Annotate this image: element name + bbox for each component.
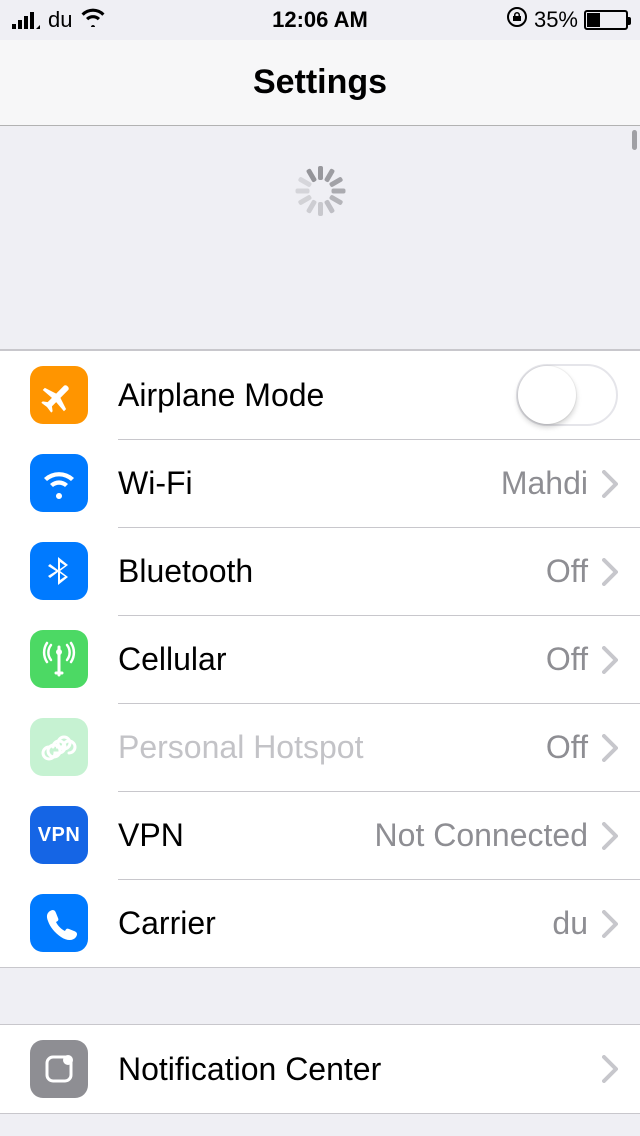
battery-icon <box>584 10 628 30</box>
bluetooth-icon <box>30 542 88 600</box>
settings-group-connectivity: Airplane Mode Wi-Fi Mahdi Bluetooth Off <box>0 350 640 968</box>
wifi-settings-icon <box>30 454 88 512</box>
row-wifi[interactable]: Wi-Fi Mahdi <box>0 439 640 527</box>
status-carrier-label: du <box>48 7 72 33</box>
page-title: Settings <box>253 63 387 102</box>
row-label: Cellular <box>118 641 546 678</box>
row-detail: du <box>552 905 588 942</box>
wifi-icon <box>80 7 106 33</box>
account-loading-area <box>0 126 640 350</box>
row-label: Bluetooth <box>118 553 546 590</box>
row-label: Wi-Fi <box>118 465 501 502</box>
status-time: 12:06 AM <box>272 7 368 33</box>
nav-header: Settings <box>0 40 640 126</box>
battery-percentage: 35% <box>534 7 578 33</box>
status-bar: du 12:06 AM 35% <box>0 0 640 40</box>
row-bluetooth[interactable]: Bluetooth Off <box>0 527 640 615</box>
battery-fill <box>587 13 600 27</box>
row-personal-hotspot[interactable]: Personal Hotspot Off <box>0 703 640 791</box>
row-vpn[interactable]: VPN VPN Not Connected <box>0 791 640 879</box>
row-detail: Off <box>546 641 588 678</box>
notification-center-icon <box>30 1040 88 1098</box>
chevron-right-icon <box>602 910 618 938</box>
phone-icon <box>30 894 88 952</box>
row-label: Notification Center <box>118 1051 602 1088</box>
row-label: Airplane Mode <box>118 377 516 414</box>
chevron-right-icon <box>602 1055 618 1083</box>
row-detail: Not Connected <box>375 817 588 854</box>
chevron-right-icon <box>602 470 618 498</box>
group-gap <box>0 968 640 1024</box>
row-airplane-mode[interactable]: Airplane Mode <box>0 351 640 439</box>
row-label: VPN <box>118 817 375 854</box>
chevron-right-icon <box>602 822 618 850</box>
chevron-right-icon <box>602 646 618 674</box>
scroll-indicator <box>632 130 637 150</box>
row-detail: Mahdi <box>501 465 588 502</box>
orientation-lock-icon <box>506 6 528 34</box>
row-detail: Off <box>546 553 588 590</box>
row-cellular[interactable]: Cellular Off <box>0 615 640 703</box>
airplane-mode-toggle[interactable] <box>516 364 618 426</box>
chevron-right-icon <box>602 734 618 762</box>
settings-group-notifications: Notification Center <box>0 1024 640 1114</box>
spinner-icon <box>295 166 345 216</box>
vpn-icon: VPN <box>30 806 88 864</box>
signal-strength-icon <box>12 11 40 29</box>
row-notification-center[interactable]: Notification Center <box>0 1025 640 1113</box>
airplane-icon <box>30 366 88 424</box>
row-detail: Off <box>546 729 588 766</box>
cellular-icon <box>30 630 88 688</box>
row-label: Carrier <box>118 905 552 942</box>
row-label: Personal Hotspot <box>118 729 546 766</box>
row-carrier[interactable]: Carrier du <box>0 879 640 967</box>
hotspot-icon <box>30 718 88 776</box>
chevron-right-icon <box>602 558 618 586</box>
